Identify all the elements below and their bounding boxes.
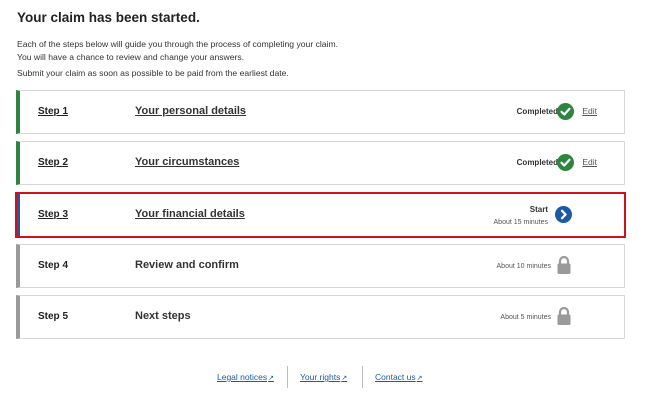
time-estimate: About 15 minutes — [493, 219, 548, 226]
footer-link-contact-us[interactable]: Contact us↗ — [375, 372, 423, 382]
step-number: Step 5 — [38, 311, 69, 322]
step-number[interactable]: Step 2 — [38, 157, 68, 168]
footer: Legal notices↗ Your rights↗ Contact us↗ — [0, 364, 650, 388]
footer-divider — [287, 366, 288, 388]
page-title: Your claim has been started. — [17, 10, 200, 25]
intro-line-2: You will have a chance to review and cha… — [17, 52, 245, 62]
step-1-card[interactable]: Step 1 Your personal details Completed E… — [16, 90, 625, 134]
intro-line-1: Each of the steps below will guide you t… — [17, 39, 339, 49]
step-4-card: Step 4 Review and confirm About 10 minut… — [16, 244, 625, 288]
footer-divider — [362, 366, 363, 388]
step-number[interactable]: Step 3 — [38, 209, 68, 220]
step-title-review-confirm: Review and confirm — [135, 259, 239, 271]
status-completed: Completed — [516, 158, 558, 167]
footer-link-your-rights[interactable]: Your rights↗ — [300, 372, 347, 382]
padlock-icon — [555, 306, 573, 326]
external-link-icon: ↗ — [416, 375, 423, 382]
intro-line-3: Submit your claim as soon as possible to… — [17, 68, 289, 78]
edit-link[interactable]: Edit — [582, 106, 597, 116]
check-circle-icon — [557, 154, 574, 171]
footer-link-label[interactable]: Your rights — [300, 372, 340, 382]
footer-link-label[interactable]: Legal notices — [217, 372, 267, 382]
edit-link[interactable]: Edit — [582, 157, 597, 167]
step-title-circumstances[interactable]: Your circumstances — [135, 156, 239, 168]
external-link-icon: ↗ — [341, 375, 348, 382]
external-link-icon: ↗ — [268, 375, 274, 382]
step-title-personal-details[interactable]: Your personal details — [135, 105, 246, 117]
padlock-icon — [555, 255, 573, 275]
step-5-card: Step 5 Next steps About 5 minutes — [16, 295, 625, 339]
status-start: Start — [529, 205, 548, 214]
footer-link-label[interactable]: Contact us — [375, 372, 416, 382]
check-circle-icon — [557, 103, 574, 120]
intro-text: Each of the steps below will guide you t… — [17, 38, 338, 80]
time-estimate: About 5 minutes — [500, 314, 551, 321]
chevron-right-circle-icon[interactable] — [555, 206, 572, 223]
footer-link-legal-notices[interactable]: Legal notices↗ — [217, 372, 274, 382]
step-number[interactable]: Step 1 — [38, 106, 68, 117]
step-3-card[interactable]: Step 3 Your financial details Start Abou… — [16, 193, 625, 237]
step-title-next-steps: Next steps — [135, 310, 191, 322]
time-estimate: About 10 minutes — [496, 263, 551, 270]
step-number: Step 4 — [38, 260, 69, 271]
step-2-card[interactable]: Step 2 Your circumstances Completed Edit — [16, 141, 625, 185]
status-completed: Completed — [516, 107, 558, 116]
step-title-financial-details[interactable]: Your financial details — [135, 208, 245, 220]
